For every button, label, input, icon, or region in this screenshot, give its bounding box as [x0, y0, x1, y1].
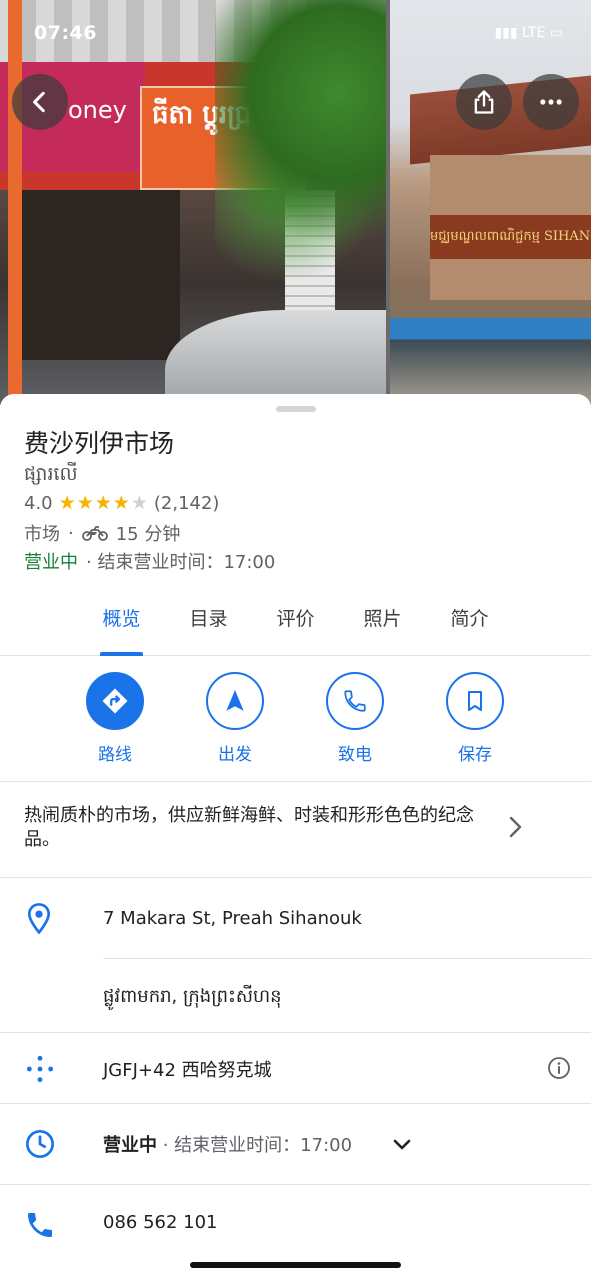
address-row[interactable]: 7 Makara St, Preah Sihanouk ផ្លូវពាមករា,… — [0, 878, 591, 1032]
star-icon: ★ — [76, 492, 94, 514]
description-row[interactable]: 热闹质朴的市场，供应新鲜海鲜、时装和形形色色的纪念品。 — [0, 782, 591, 878]
status-bar: 07:46 ▮▮▮ LTE ▭ — [0, 0, 591, 70]
open-status: 营业中 — [24, 552, 78, 573]
status-indicators: ▮▮▮ LTE ▭ — [494, 25, 563, 41]
photo-sign-brand: oney — [68, 96, 127, 124]
star-icon: ★ — [58, 492, 76, 514]
navigation-arrow-icon — [226, 690, 244, 711]
address-line-1: 7 Makara St, Preah Sihanouk — [103, 908, 362, 929]
rating-summary[interactable]: 4.0 ★ ★ ★ ★ ★ (2,142) — [24, 492, 219, 514]
photo-shop-interior — [20, 190, 180, 360]
hours-open-status: 营业中 — [103, 1135, 157, 1156]
plus-code: JGFJ+42 西哈努克城 — [103, 1060, 272, 1081]
tab-reviews[interactable]: 评价 — [252, 590, 339, 656]
hours-row[interactable]: 营业中 · 结束营业时间：17:00 — [0, 1104, 591, 1184]
directions-circle — [86, 672, 144, 730]
more-options-button[interactable] — [523, 74, 579, 130]
chevron-left-icon — [33, 91, 45, 113]
rating-value: 4.0 — [24, 492, 53, 514]
call-circle — [326, 672, 384, 730]
bookmark-icon — [468, 691, 482, 711]
save-label: 保存 — [458, 745, 492, 765]
phone-icon — [28, 1213, 52, 1237]
more-horizontal-icon — [540, 99, 562, 105]
plus-code-icon — [26, 1055, 54, 1083]
sheet-drag-handle[interactable] — [276, 406, 316, 412]
hours-summary: 营业中 · 结束营业时间：17:00 — [24, 548, 275, 574]
signal-icon: ▮▮▮ — [494, 25, 518, 41]
start-label: 出发 — [218, 745, 252, 765]
chevron-right-icon — [509, 816, 522, 838]
place-category: 市场 — [24, 524, 60, 545]
call-label: 致电 — [338, 745, 372, 765]
star-empty-icon: ★ — [130, 492, 148, 514]
category-row: 市场 · 15 分钟 — [24, 520, 180, 546]
phone-row[interactable]: 086 562 101 — [0, 1185, 591, 1265]
photo-gallery[interactable]: oney ធីតា ប្ដូរប្រាក់ មជ្ឈមណ្ឌលពាណិជ្ជកម… — [0, 0, 591, 405]
tab-photos[interactable]: 照片 — [339, 590, 426, 656]
place-sheet: 费沙列伊市场 ផ្សារលើ 4.0 ★ ★ ★ ★ ★ (2,142) 市场 … — [0, 394, 591, 1279]
address-line-2: ផ្លូវពាមករា, ក្រុងព្រះសីហនុ — [103, 986, 282, 1007]
back-button[interactable] — [12, 74, 68, 130]
photo-gate-banner: មជ្ឈមណ្ឌលពាណិជ្ជកម្ម SIHANOUKVILLE T — [430, 215, 591, 259]
place-title: 费沙列伊市场 — [24, 429, 175, 458]
separator-dot: · — [68, 522, 74, 544]
network-label: LTE — [522, 25, 546, 41]
travel-time: 15 分钟 — [115, 524, 181, 545]
directions-label: 路线 — [98, 745, 132, 765]
phone-number: 086 562 101 — [103, 1212, 218, 1233]
rating-stars: ★ ★ ★ ★ ★ — [59, 492, 148, 514]
start-circle — [206, 672, 264, 730]
directions-button[interactable]: 路线 — [75, 672, 155, 765]
directions-icon — [102, 688, 128, 714]
hours-text: 营业中 · 结束营业时间：17:00 — [103, 1131, 352, 1157]
address-divider — [103, 958, 591, 959]
clock-icon — [26, 1130, 54, 1158]
start-button[interactable]: 出发 — [195, 672, 275, 765]
call-button[interactable]: 致电 — [315, 672, 395, 765]
motorcycle-icon — [81, 526, 108, 541]
share-icon — [474, 90, 494, 114]
star-icon: ★ — [112, 492, 130, 514]
place-local-name: ផ្សារលើ — [24, 463, 78, 485]
tab-about[interactable]: 简介 — [426, 590, 513, 656]
photo-car — [165, 310, 386, 405]
save-circle — [446, 672, 504, 730]
home-indicator[interactable] — [190, 1262, 401, 1268]
battery-icon: ▭ — [549, 25, 563, 41]
tab-catalog[interactable]: 目录 — [165, 590, 252, 656]
close-time: · 结束营业时间：17:00 — [86, 552, 276, 573]
hours-close-time: · 结束营业时间：17:00 — [162, 1135, 353, 1156]
share-button[interactable] — [456, 74, 512, 130]
action-buttons: 路线 出发 致电 保存 — [0, 656, 591, 782]
photo-gate-building: មជ្ឈមណ្ឌលពាណិជ្ជកម្ម SIHANOUKVILLE T — [430, 155, 591, 300]
status-time: 07:46 — [34, 22, 97, 44]
review-count: (2,142) — [153, 492, 220, 514]
plus-code-row[interactable]: JGFJ+42 西哈努克城 — [0, 1033, 591, 1103]
info-icon[interactable] — [547, 1056, 571, 1080]
photo-market-stalls — [390, 318, 591, 405]
tab-overview[interactable]: 概览 — [78, 590, 165, 656]
star-icon: ★ — [94, 492, 112, 514]
save-button[interactable]: 保存 — [435, 672, 515, 765]
chevron-down-icon[interactable] — [392, 1138, 412, 1152]
place-description: 热闹质朴的市场，供应新鲜海鲜、时装和形形色色的纪念品。 — [24, 805, 474, 850]
phone-icon — [344, 690, 366, 712]
tab-bar: 概览 目录 评价 照片 简介 — [0, 590, 591, 656]
location-pin-icon — [27, 903, 51, 935]
